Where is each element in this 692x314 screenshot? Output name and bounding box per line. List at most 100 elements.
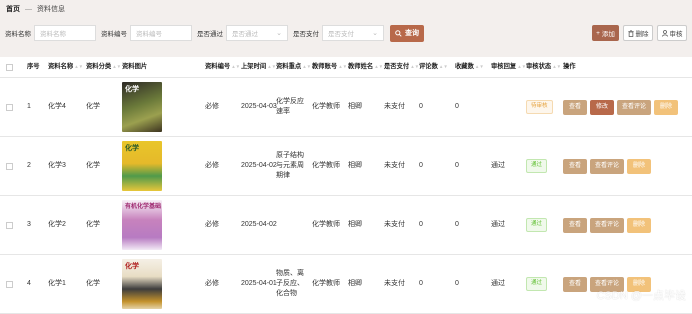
table-row: 1 化学4 化学 化学 必修 2025-04-03 化学反应速率 化学教师 相卿… bbox=[0, 78, 692, 137]
pass-filter-select[interactable]: 是否通过 ⌄ bbox=[226, 25, 288, 41]
edit-button[interactable]: 修改 bbox=[590, 99, 614, 115]
header-teacher-account[interactable]: 教师账号 ▲▼ bbox=[312, 57, 347, 77]
header-favorites[interactable]: 收藏数 ▲▼ bbox=[455, 57, 484, 77]
header-status[interactable]: 审核状态 ▲▼ bbox=[526, 57, 561, 77]
cover-title: 化学 bbox=[125, 86, 139, 93]
sort-icon: ▲▼ bbox=[410, 63, 420, 69]
cell-paid: 未支付 bbox=[384, 221, 405, 229]
delete-button[interactable]: 删除 bbox=[627, 217, 651, 233]
cell-index: 2 bbox=[27, 162, 31, 170]
view-comments-button[interactable]: 查看评论 bbox=[590, 158, 624, 174]
material-cover-image[interactable]: 化学 bbox=[122, 141, 162, 191]
header-comments[interactable]: 评论数 ▲▼ bbox=[419, 57, 448, 77]
bulk-delete-button[interactable]: 删除 bbox=[623, 25, 653, 41]
table-actions: + 添加 删除 审核 bbox=[592, 25, 687, 41]
cell-paid: 未支付 bbox=[384, 162, 405, 170]
name-filter-input[interactable]: 资料名称 bbox=[34, 25, 96, 41]
view-button[interactable]: 查看 bbox=[563, 158, 587, 174]
header-focus[interactable]: 资料重点 ▲▼ bbox=[276, 57, 311, 77]
status-badge: 通过 bbox=[526, 218, 548, 232]
cell-index: 4 bbox=[27, 280, 31, 288]
header-category[interactable]: 资料分类 ▲▼ bbox=[86, 57, 121, 77]
row-checkbox[interactable] bbox=[6, 162, 13, 170]
view-comments-button[interactable]: 查看评论 bbox=[590, 217, 624, 233]
watermark: CSDN @一点毕设 bbox=[596, 290, 686, 302]
table-row: 3 化学2 化学 有机化学基础 必修 2025-04-02 化学教师 相卿 未支… bbox=[0, 196, 692, 255]
table-row: 2 化学3 化学 化学 必修 2025-04-02 原子结构与元素周期律 化学教… bbox=[0, 137, 692, 196]
review-button[interactable]: 审核 bbox=[657, 25, 687, 41]
pay-filter-select[interactable]: 是否支付 ⌄ bbox=[322, 25, 384, 41]
sort-icon: ▲▼ bbox=[74, 63, 84, 69]
cell-paid: 未支付 bbox=[384, 103, 405, 111]
delete-button[interactable]: 删除 bbox=[627, 158, 651, 174]
sort-icon: ▲▼ bbox=[231, 63, 241, 69]
header-actions: 操作 bbox=[563, 62, 576, 70]
breadcrumb-home[interactable]: 首页 bbox=[6, 4, 20, 14]
cell-teacher-account: 化学教师 bbox=[312, 162, 340, 170]
code-filter-input[interactable]: 资料编号 bbox=[130, 25, 192, 41]
plus-icon: + bbox=[596, 29, 600, 37]
header-teacher-name[interactable]: 教师姓名 ▲▼ bbox=[348, 57, 383, 77]
cell-teacher-account: 化学教师 bbox=[312, 280, 340, 288]
header-name[interactable]: 资料名称 ▲▼ bbox=[48, 57, 83, 77]
cell-code: 必修 bbox=[205, 280, 219, 288]
material-cover-image[interactable]: 有机化学基础 bbox=[122, 200, 162, 250]
sort-icon: ▲▼ bbox=[517, 63, 527, 69]
search-icon bbox=[395, 29, 402, 37]
cell-category: 化学 bbox=[86, 103, 100, 111]
material-cover-image[interactable]: 化学 bbox=[122, 259, 162, 309]
cell-name: 化学3 bbox=[48, 162, 66, 170]
select-all-checkbox[interactable] bbox=[6, 63, 13, 71]
pay-filter-placeholder: 是否支付 bbox=[328, 31, 354, 38]
cell-comments: 0 bbox=[419, 103, 423, 111]
cell-favorites: 0 bbox=[455, 221, 459, 229]
material-cover-image[interactable]: 化学 bbox=[122, 82, 162, 132]
review-button-label: 审核 bbox=[669, 31, 683, 38]
sort-icon: ▲▼ bbox=[267, 63, 277, 69]
header-code[interactable]: 资料编号 ▲▼ bbox=[205, 57, 240, 77]
sort-icon: ▲▼ bbox=[302, 63, 312, 69]
cell-name: 化学2 bbox=[48, 221, 66, 229]
breadcrumb-current: 资料信息 bbox=[37, 6, 65, 13]
row-checkbox[interactable] bbox=[6, 280, 13, 288]
chevron-down-icon: ⌄ bbox=[372, 30, 378, 37]
query-button-label: 查询 bbox=[405, 30, 419, 37]
cell-reply: 通过 bbox=[491, 162, 505, 170]
cell-name: 化学1 bbox=[48, 280, 66, 288]
row-checkbox[interactable] bbox=[6, 221, 13, 229]
cell-comments: 0 bbox=[419, 162, 423, 170]
cell-comments: 0 bbox=[419, 280, 423, 288]
materials-table: 序号 资料名称 ▲▼ 资料分类 ▲▼ 资料图片 资料编号 ▲▼ 上架时间 ▲▼ 资料重点… bbox=[0, 57, 692, 314]
header-index[interactable]: 序号 bbox=[27, 57, 40, 77]
cell-category: 化学 bbox=[86, 280, 100, 288]
name-filter-label: 资料名称 bbox=[5, 31, 31, 38]
breadcrumb: 首页 — 资料信息 bbox=[6, 4, 65, 14]
cover-title: 化学 bbox=[125, 145, 139, 152]
add-button[interactable]: + 添加 bbox=[592, 25, 619, 41]
cell-index: 3 bbox=[27, 221, 31, 229]
view-button[interactable]: 查看 bbox=[563, 276, 587, 292]
cell-teacher-name: 相卿 bbox=[348, 280, 362, 288]
cell-focus: 化学反应速率 bbox=[276, 98, 304, 115]
status-badge: 通过 bbox=[526, 277, 548, 291]
sort-icon: ▲▼ bbox=[474, 63, 484, 69]
cell-teacher-account: 化学教师 bbox=[312, 103, 340, 111]
query-button[interactable]: 查询 bbox=[390, 24, 424, 42]
header-image: 资料图片 bbox=[122, 62, 148, 70]
view-button[interactable]: 查看 bbox=[563, 99, 587, 115]
sort-icon: ▲▼ bbox=[112, 63, 122, 69]
cell-favorites: 0 bbox=[455, 280, 459, 288]
header-paid[interactable]: 是否支付 ▲▼ bbox=[384, 57, 419, 77]
code-filter-label: 资料编号 bbox=[101, 31, 127, 38]
delete-button[interactable]: 删除 bbox=[654, 99, 678, 115]
row-checkbox[interactable] bbox=[6, 103, 13, 111]
view-comments-button[interactable]: 查看评论 bbox=[617, 99, 651, 115]
cell-teacher-name: 相卿 bbox=[348, 221, 362, 229]
sort-icon: ▲▼ bbox=[338, 63, 348, 69]
header-date[interactable]: 上架时间 ▲▼ bbox=[241, 57, 276, 77]
cell-teacher-name: 相卿 bbox=[348, 162, 362, 170]
table-row: 4 化学1 化学 化学 必修 2025-04-01 物质、离子反应、化合物 化学… bbox=[0, 255, 692, 314]
view-button[interactable]: 查看 bbox=[563, 217, 587, 233]
header-reply[interactable]: 审核回复 ▲▼ bbox=[491, 57, 526, 77]
cell-code: 必修 bbox=[205, 162, 219, 170]
